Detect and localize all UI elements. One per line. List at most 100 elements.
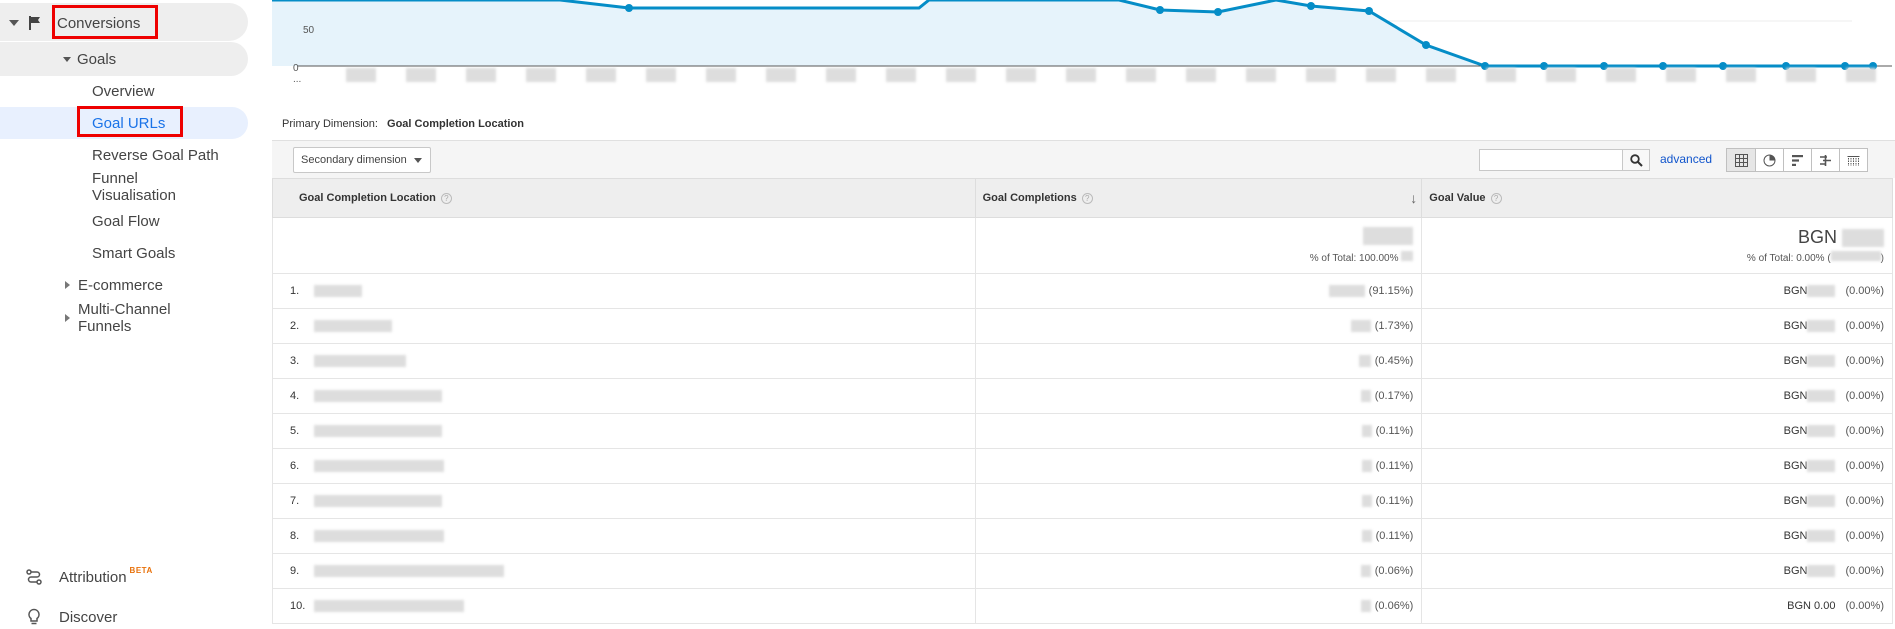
sidebar-item-funnel-visualisation[interactable]: Funnel Visualisation	[92, 170, 176, 204]
value-cell: BGN (0.00%)	[1421, 273, 1893, 309]
table-row[interactable]: 3. (0.45%) BGN (0.00%)	[272, 343, 1893, 379]
redacted-tick	[526, 68, 556, 82]
table-row[interactable]: 9. (0.06%) BGN (0.00%)	[272, 553, 1893, 589]
value-cell: BGN (0.00%)	[1421, 448, 1893, 484]
redacted-tick	[1726, 68, 1756, 82]
sidebar-item-ecommerce[interactable]: E-commerce	[65, 275, 163, 295]
value-percent: (0.00%)	[1845, 424, 1884, 437]
location-cell: 10.	[272, 588, 976, 624]
flag-icon	[29, 16, 40, 30]
sidebar-item-smart-goals[interactable]: Smart Goals	[92, 243, 175, 263]
sidebar-label-goals: Goals	[77, 50, 117, 68]
value-percent: (0.00%)	[1845, 529, 1884, 542]
redacted-location-link[interactable]	[314, 495, 442, 508]
sidebar-item-goals[interactable]: Goals	[63, 49, 116, 69]
table-row[interactable]: 1. (91.15%) BGN (0.00%)	[272, 273, 1893, 309]
redacted-location-link[interactable]	[314, 425, 442, 438]
redacted-tick	[886, 68, 916, 82]
sidebar-item-attribution[interactable]: Attribution BETA	[25, 566, 153, 587]
help-icon[interactable]: ?	[440, 192, 452, 204]
completions-percent: (0.11%)	[1375, 424, 1414, 437]
goal-value: BGN 0.00	[1787, 600, 1836, 612]
column-header-goal-completion-location[interactable]: Goal Completion Location?	[272, 178, 976, 218]
chart-point	[1365, 7, 1373, 15]
completions-cell: (1.73%)	[974, 308, 1423, 344]
value-cell: BGN (0.00%)	[1421, 553, 1893, 589]
column-header-goal-value[interactable]: Goal Value?	[1421, 178, 1893, 218]
redacted-location-link[interactable]	[314, 565, 504, 578]
goals-highlight	[0, 42, 248, 76]
view-table-button[interactable]	[1727, 149, 1755, 171]
chart-point	[1214, 8, 1222, 16]
table-row[interactable]: 5. (0.11%) BGN (0.00%)	[272, 413, 1893, 449]
redacted-tick	[346, 68, 376, 82]
totals-currency: BGN	[1797, 227, 1837, 247]
completions-cell: (0.06%)	[974, 588, 1423, 624]
row-number: 4.	[290, 389, 300, 402]
location-cell: 4.	[272, 378, 976, 414]
redacted-tick	[706, 68, 736, 82]
row-number: 2.	[290, 319, 300, 332]
help-icon[interactable]: ?	[1081, 192, 1093, 204]
primary-dimension-value[interactable]: Goal Completion Location	[387, 118, 524, 130]
completions-cell: (91.15%)	[974, 273, 1423, 309]
view-pie-button[interactable]	[1755, 149, 1783, 171]
view-performance-button[interactable]	[1783, 149, 1811, 171]
table-row[interactable]: 6. (0.11%) BGN (0.00%)	[272, 448, 1893, 484]
table-row[interactable]: 2. (1.73%) BGN (0.00%)	[272, 308, 1893, 344]
sidebar-item-multi-channel-funnels[interactable]: Multi-Channel Funnels	[65, 301, 171, 335]
redacted-value	[1360, 600, 1371, 613]
search-button[interactable]	[1622, 149, 1650, 171]
location-cell: 2.	[272, 308, 976, 344]
redacted-value	[1807, 425, 1836, 438]
table-row[interactable]: 8. (0.11%) BGN (0.00%)	[272, 518, 1893, 554]
column-header-goal-completions[interactable]: Goal Completions? ↓	[974, 178, 1423, 218]
redacted-tick	[1066, 68, 1096, 82]
redacted-location-link[interactable]	[314, 530, 444, 543]
sidebar-label-smart-goals: Smart Goals	[92, 244, 176, 262]
location-cell: 8.	[272, 518, 976, 554]
table-row[interactable]: 10. (0.06%) BGN 0.00 (0.00%)	[272, 588, 1893, 624]
location-cell: 9.	[272, 553, 976, 589]
view-comparison-button[interactable]	[1811, 149, 1839, 171]
secondary-dimension-dropdown[interactable]: Secondary dimension	[293, 147, 431, 173]
redacted-value	[1807, 565, 1836, 578]
advanced-filter-link[interactable]: advanced	[1660, 152, 1712, 166]
chevron-down-icon	[9, 20, 19, 26]
location-cell: 1.	[272, 273, 976, 309]
redacted-location-link[interactable]	[314, 355, 406, 368]
sort-descending-icon[interactable]: ↓	[1410, 190, 1417, 206]
sidebar-item-goal-flow[interactable]: Goal Flow	[92, 211, 160, 231]
value-percent: (0.00%)	[1845, 319, 1884, 332]
table-row[interactable]: 7. (0.11%) BGN (0.00%)	[272, 483, 1893, 519]
table-body: 1. (91.15%) BGN (0.00%) 2. (1.73%) BGN (0.00%) 3…	[272, 273, 1893, 624]
redacted-location-link[interactable]	[314, 285, 362, 298]
chart-point	[1422, 41, 1430, 49]
value-cell: BGN (0.00%)	[1421, 343, 1893, 379]
value-percent: (0.00%)	[1845, 494, 1884, 507]
redacted-value	[1360, 390, 1371, 403]
goal-value: BGN	[1783, 424, 1808, 437]
table-search-input[interactable]	[1479, 149, 1623, 171]
value-percent: (0.00%)	[1845, 459, 1884, 472]
redacted-location-link[interactable]	[314, 600, 464, 613]
value-cell: BGN (0.00%)	[1421, 518, 1893, 554]
sidebar-item-reverse-goal-path[interactable]: Reverse Goal Path	[92, 145, 219, 165]
redacted-tick	[1006, 68, 1036, 82]
table-row[interactable]: 4. (0.17%) BGN (0.00%)	[272, 378, 1893, 414]
redacted-value	[1807, 355, 1836, 368]
sidebar-item-discover[interactable]: Discover	[26, 607, 117, 627]
completions-percent: (0.11%)	[1375, 459, 1414, 472]
chevron-right-icon	[65, 281, 70, 289]
redacted-location-link[interactable]	[314, 460, 444, 473]
redacted-location-link[interactable]	[314, 320, 392, 333]
help-icon[interactable]: ?	[1490, 192, 1502, 204]
attribution-icon	[26, 569, 42, 585]
completions-percent: (0.45%)	[1374, 354, 1414, 367]
value-percent: (0.00%)	[1845, 389, 1884, 402]
redacted-tick	[766, 68, 796, 82]
view-pivot-button[interactable]	[1839, 149, 1867, 171]
redacted-location-link[interactable]	[314, 390, 442, 403]
sidebar-item-overview[interactable]: Overview	[92, 81, 155, 101]
sidebar-label-multi-channel: Multi-Channel	[78, 301, 171, 318]
